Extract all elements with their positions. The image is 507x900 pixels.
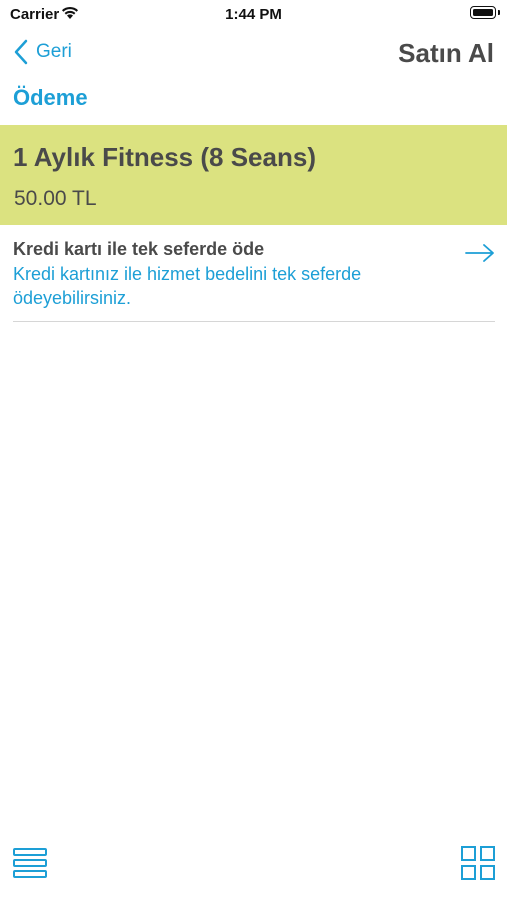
battery-tip: [498, 10, 500, 15]
battery-icon: [470, 6, 496, 19]
product-name: 1 Aylık Fitness (8 Seans): [13, 142, 316, 172]
status-bar: Carrier 1:44 PM: [0, 0, 507, 30]
arrow-right-icon: [465, 243, 495, 268]
page-title: Satın Al: [398, 38, 494, 68]
product-price: 50.00 TL: [14, 187, 97, 210]
payment-option-title: Kredi kartı ile tek seferde öde: [13, 239, 265, 259]
payment-option-single-card[interactable]: Kredi kartı ile tek seferde öde Kredi ka…: [13, 237, 495, 322]
section-title: Ödeme: [13, 85, 88, 110]
list-menu-icon[interactable]: [13, 848, 47, 883]
grid-icon[interactable]: [461, 846, 495, 885]
product-card: 1 Aylık Fitness (8 Seans) 50.00 TL: [0, 125, 507, 225]
status-time: 1:44 PM: [225, 6, 282, 23]
back-button[interactable]: Geri: [14, 39, 72, 65]
chevron-left-icon: [14, 39, 28, 65]
back-button-label: Geri: [36, 41, 72, 62]
payment-option-description: Kredi kartınız ile hizmet bedelini tek s…: [13, 264, 362, 308]
